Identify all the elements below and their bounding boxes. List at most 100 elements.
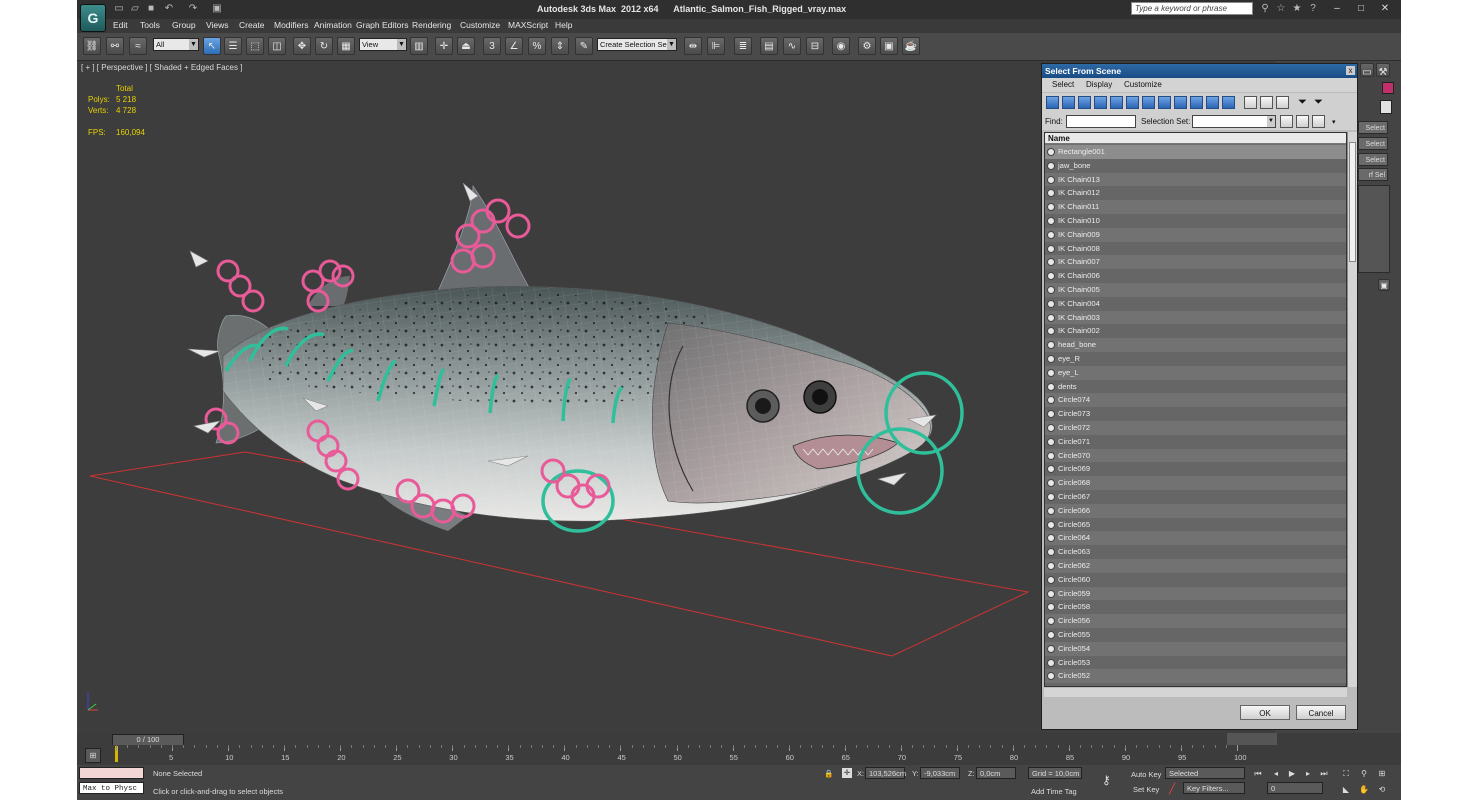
go-to-end-icon[interactable]: ⏭ xyxy=(1317,768,1331,780)
list-item[interactable]: Circle073 xyxy=(1045,407,1346,421)
current-frame-field[interactable]: 0 xyxy=(1267,782,1323,794)
list-item[interactable]: IK Chain006 xyxy=(1045,269,1346,283)
cameras-filter-icon[interactable] xyxy=(1094,96,1107,109)
keyboard-shortcut-override-icon[interactable]: ⏏ xyxy=(457,37,475,55)
render-setup-icon[interactable]: ⚙ xyxy=(858,37,876,55)
display-none-icon[interactable] xyxy=(1260,96,1273,109)
go-to-start-icon[interactable]: ⏮ xyxy=(1251,768,1265,780)
list-item[interactable]: Circle070 xyxy=(1045,448,1346,463)
list-item[interactable]: IK Chain009 xyxy=(1045,227,1346,242)
curve-editor-icon[interactable]: ∿ xyxy=(783,37,801,55)
menu-customize[interactable]: Customize xyxy=(460,20,500,30)
xrefs-filter-icon[interactable] xyxy=(1158,96,1171,109)
list-item[interactable]: IK Chain012 xyxy=(1045,186,1346,201)
list-item[interactable]: Circle071 xyxy=(1045,434,1346,449)
menu-modifiers[interactable]: Modifiers xyxy=(274,20,308,30)
list-item[interactable]: IK Chain010 xyxy=(1045,214,1346,228)
list-item[interactable]: head_bone xyxy=(1045,338,1346,352)
list-item[interactable]: Circle066 xyxy=(1045,503,1346,518)
panel-select-button[interactable]: Select xyxy=(1358,121,1388,134)
list-item[interactable]: IK Chain013 xyxy=(1045,172,1346,187)
list-item[interactable]: Circle063 xyxy=(1045,545,1346,559)
list-item[interactable]: Circle051 xyxy=(1045,683,1346,686)
rendered-frame-window-icon[interactable]: ▣ xyxy=(880,37,898,55)
communication-icon[interactable]: ★ xyxy=(1291,3,1303,15)
maximize-button[interactable]: □ xyxy=(1353,2,1369,16)
pan-icon[interactable]: ✋ xyxy=(1357,784,1371,796)
filter-options-icon[interactable]: ⏷ xyxy=(1312,96,1325,109)
list-item[interactable]: IK Chain002 xyxy=(1045,324,1346,339)
redo-icon[interactable]: ↷ xyxy=(187,3,199,15)
bind-to-space-warp-icon[interactable]: ≈ xyxy=(129,37,147,55)
menu-edit[interactable]: Edit xyxy=(113,20,128,30)
auto-key-button[interactable]: Auto Key xyxy=(1131,770,1161,779)
edit-named-selection-icon[interactable]: ✎ xyxy=(575,37,593,55)
dialog-menu-select[interactable]: Select xyxy=(1052,80,1074,89)
menu-graph-editors[interactable]: Graph Editors xyxy=(356,20,408,30)
close-button[interactable]: ✕ xyxy=(1377,2,1393,16)
mini-curve-editor-icon[interactable]: ⊞ xyxy=(85,748,101,763)
list-item[interactable]: Circle064 xyxy=(1045,531,1346,546)
list-horizontal-scrollbar[interactable] xyxy=(1044,688,1347,697)
select-and-move-icon[interactable]: ✥ xyxy=(293,37,311,55)
lock-selection-icon[interactable]: 🔒 xyxy=(824,769,833,778)
list-header-name[interactable]: Name xyxy=(1045,133,1346,144)
scrollbar-thumb[interactable] xyxy=(1349,142,1356,262)
list-item[interactable]: IK Chain004 xyxy=(1045,296,1346,311)
list-item[interactable]: Circle072 xyxy=(1045,421,1346,435)
add-time-tag[interactable]: Add Time Tag xyxy=(1031,787,1077,796)
list-item[interactable]: Circle062 xyxy=(1045,559,1346,573)
dialog-menu-customize[interactable]: Customize xyxy=(1124,80,1162,89)
dropdown-icon[interactable] xyxy=(1380,100,1392,114)
list-item[interactable]: Circle060 xyxy=(1045,572,1346,587)
spinner-snap-icon[interactable]: ⇕ xyxy=(551,37,569,55)
menu-views[interactable]: Views xyxy=(206,20,229,30)
menu-create[interactable]: Create xyxy=(239,20,265,30)
graphite-ribbon-icon[interactable]: ▤ xyxy=(760,37,778,55)
dialog-close-button[interactable]: x xyxy=(1346,66,1355,75)
set-key-button[interactable]: Set Key xyxy=(1133,785,1159,794)
subscription-icon[interactable]: ☆ xyxy=(1275,3,1287,15)
display-all-icon[interactable] xyxy=(1244,96,1257,109)
schematic-view-icon[interactable]: ⊟ xyxy=(806,37,824,55)
select-and-link-icon[interactable]: ⛓ xyxy=(83,37,101,55)
manage-layers-icon[interactable]: ≣ xyxy=(734,37,752,55)
play-icon[interactable]: ▶ xyxy=(1285,768,1299,780)
key-filters-button[interactable]: Key Filters... xyxy=(1183,782,1245,794)
percent-snap-icon[interactable]: % xyxy=(528,37,546,55)
object-color-swatch[interactable] xyxy=(1382,82,1394,94)
select-children-icon[interactable] xyxy=(1296,115,1309,128)
field-of-view-icon[interactable]: ◣ xyxy=(1339,784,1353,796)
list-item[interactable]: Circle052 xyxy=(1045,669,1346,684)
geometry-filter-icon[interactable] xyxy=(1046,96,1059,109)
menu-help[interactable]: Help xyxy=(555,20,572,30)
pivot-center-icon[interactable]: ▥ xyxy=(410,37,428,55)
help-icon[interactable]: ? xyxy=(1307,3,1319,15)
previous-frame-icon[interactable]: ◂ xyxy=(1269,768,1283,780)
containers-filter-icon[interactable] xyxy=(1190,96,1203,109)
list-item[interactable]: Circle056 xyxy=(1045,614,1346,628)
list-item[interactable]: Circle067 xyxy=(1045,490,1346,504)
app-logo[interactable]: G xyxy=(80,4,106,32)
maxscript-mini-listener-top[interactable] xyxy=(79,767,144,779)
list-item[interactable]: Circle054 xyxy=(1045,641,1346,656)
zoom-icon[interactable]: ⚲ xyxy=(1357,768,1371,780)
list-item[interactable]: Circle058 xyxy=(1045,600,1346,615)
display-invert-icon[interactable] xyxy=(1276,96,1289,109)
project-folder-icon[interactable]: ▣ xyxy=(211,3,223,15)
list-item[interactable]: Circle074 xyxy=(1045,393,1346,408)
list-item[interactable]: Rectangle001 xyxy=(1045,145,1346,159)
list-item[interactable]: IK Chain005 xyxy=(1045,283,1346,297)
list-item[interactable]: Circle068 xyxy=(1045,476,1346,490)
save-file-icon[interactable]: ■ xyxy=(145,3,157,15)
menu-tools[interactable]: Tools xyxy=(140,20,160,30)
menu-group[interactable]: Group xyxy=(172,20,196,30)
align-icon[interactable]: ⊫ xyxy=(707,37,725,55)
snap-toggle-icon[interactable]: 3 xyxy=(483,37,501,55)
list-item[interactable]: IK Chain008 xyxy=(1045,241,1346,256)
absolute-mode-icon[interactable]: ✛ xyxy=(842,768,852,778)
list-item[interactable]: eye_L xyxy=(1045,365,1346,380)
key-mode-select[interactable]: Selected xyxy=(1165,767,1245,779)
groups-filter-icon[interactable] xyxy=(1142,96,1155,109)
material-editor-icon[interactable]: ◉ xyxy=(832,37,850,55)
